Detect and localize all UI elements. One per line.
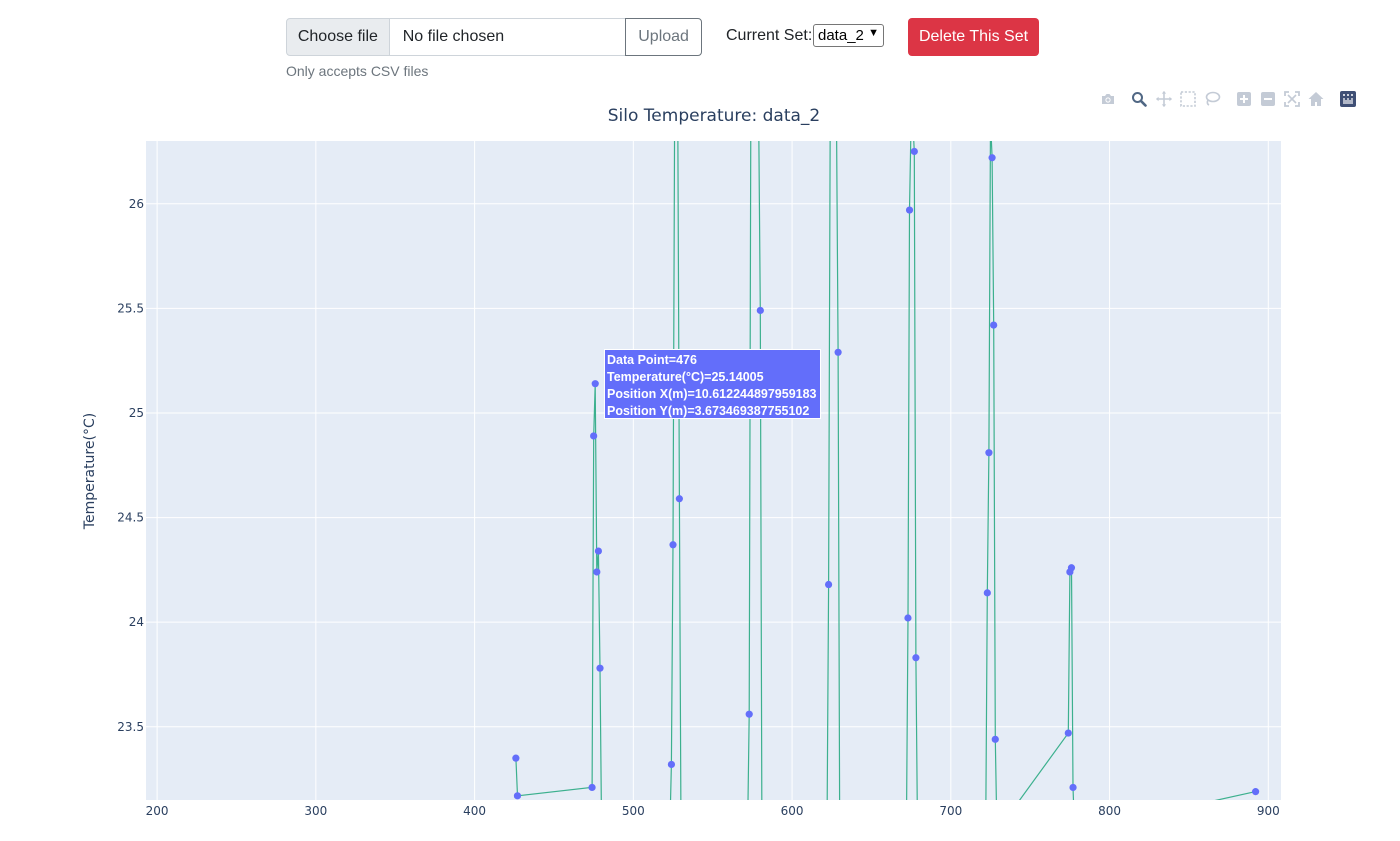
y-tick-label: 24.5 <box>117 511 144 525</box>
data-point[interactable] <box>675 495 683 503</box>
data-point[interactable] <box>983 589 991 597</box>
x-tick-label: 900 <box>1257 804 1280 818</box>
data-point[interactable] <box>904 614 912 622</box>
x-tick-label: 500 <box>622 804 645 818</box>
data-point[interactable] <box>1069 783 1077 792</box>
data-point[interactable] <box>824 580 833 589</box>
data-point[interactable] <box>990 321 998 329</box>
data-point[interactable] <box>988 154 996 162</box>
data-point[interactable] <box>669 541 677 549</box>
x-axis-ticks: 200 300 400 500 600 700 800 900 <box>146 804 1280 818</box>
data-point[interactable] <box>593 568 601 576</box>
y-axis-ticks: 23.5 24 24.5 25 25.5 26 <box>117 197 144 734</box>
data-point[interactable] <box>985 449 993 457</box>
data-point[interactable] <box>513 792 522 800</box>
x-tick-label: 600 <box>781 804 804 818</box>
x-tick-label: 800 <box>1098 804 1121 818</box>
data-point[interactable] <box>834 348 842 356</box>
tooltip-position-y: Position Y(m)=3.673469387755102 <box>607 404 810 418</box>
data-point[interactable] <box>667 760 676 769</box>
data-point[interactable] <box>745 710 753 718</box>
data-point[interactable] <box>910 147 918 156</box>
y-tick-label: 23.5 <box>117 720 144 734</box>
tooltip-temperature: Temperature(°C)=25.14005 <box>607 370 764 384</box>
y-tick-label: 25.5 <box>117 301 144 315</box>
data-point[interactable] <box>905 206 914 214</box>
x-tick-label: 700 <box>939 804 962 818</box>
temperature-chart[interactable]: 200 300 400 500 600 700 800 900 23.5 24 24.5 25 25.… <box>0 0 1400 841</box>
y-tick-label: 24 <box>129 615 144 629</box>
x-tick-label: 300 <box>304 804 327 818</box>
data-point[interactable] <box>1067 564 1076 572</box>
data-point[interactable] <box>594 547 603 555</box>
x-tick-label: 400 <box>463 804 486 818</box>
y-tick-label: 25 <box>129 406 144 420</box>
y-axis-label: Temperature(°C) <box>82 413 98 530</box>
hover-tooltip: Data Point=476 Temperature(°C)=25.14005 … <box>604 349 821 419</box>
data-point[interactable] <box>756 306 764 315</box>
data-point[interactable] <box>590 432 598 440</box>
data-point[interactable] <box>588 783 596 792</box>
data-point[interactable] <box>991 735 999 743</box>
data-point[interactable] <box>591 380 599 388</box>
tooltip-data-point: Data Point=476 <box>607 353 697 367</box>
data-point[interactable] <box>596 664 604 672</box>
data-point[interactable] <box>1064 729 1072 737</box>
data-point[interactable] <box>912 654 920 662</box>
y-tick-label: 26 <box>129 197 144 211</box>
x-tick-label: 200 <box>146 804 169 818</box>
data-point[interactable] <box>1252 788 1260 796</box>
tooltip-position-x: Position X(m)=10.612244897959183 <box>607 387 817 401</box>
data-point[interactable] <box>512 754 520 762</box>
